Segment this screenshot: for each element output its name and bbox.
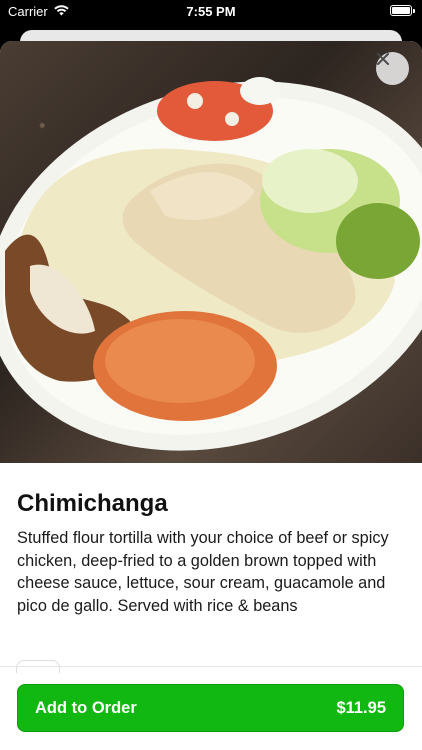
status-time: 7:55 PM [186,4,236,19]
item-description: Stuffed flour tortilla with your choice … [17,529,389,616]
item-photo [0,41,422,463]
status-bar: Carrier 7:55 PM [0,0,422,24]
close-button[interactable] [376,52,409,85]
item-title: Chimichanga [17,490,168,517]
battery-icon [390,5,415,16]
divider [0,666,422,667]
item-detail-sheet: Chimichanga Stuffed flour tortilla with … [0,41,422,750]
add-to-order-label: Add to Order [35,698,137,717]
add-to-order-button[interactable]: Add to Order $11.95 [17,684,404,732]
item-info: Chimichanga Stuffed flour tortilla with … [17,489,405,618]
order-price: $11.95 [336,698,386,717]
